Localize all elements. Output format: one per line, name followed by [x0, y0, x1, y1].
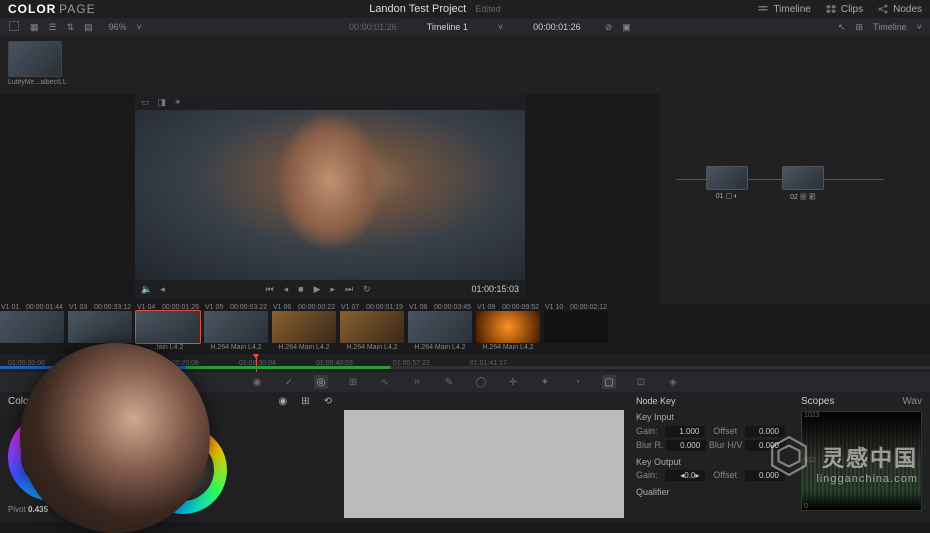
- offset-input[interactable]: 0.000: [745, 426, 785, 437]
- overlay-title-b: PAGE: [59, 2, 95, 16]
- camera-raw-icon[interactable]: ◉: [250, 375, 264, 389]
- timeline-tick: 01:00:57:22: [393, 360, 430, 367]
- qualifier-icon[interactable]: ✎: [442, 375, 456, 389]
- key-output-label: Key Output: [636, 457, 785, 467]
- timeline-tick: 01:01:41:17: [470, 360, 507, 367]
- 3d-icon[interactable]: ◈: [666, 375, 680, 389]
- chevron-down-icon[interactable]: ˅: [917, 22, 922, 32]
- toggle-timeline[interactable]: Timeline: [757, 3, 810, 15]
- transport-bar: 🔈 ◂ ⏮ ◂ ■ ▶ ▸ ⏭ ↻ 01:00:15:03: [135, 280, 525, 298]
- title-bar: COLOR PAGE Landon Test Project Edited Ti…: [0, 0, 930, 18]
- blur-r-input[interactable]: 0.000: [666, 440, 706, 451]
- warper-icon[interactable]: ⌗: [410, 375, 424, 389]
- color-wheels-icon[interactable]: ◎: [314, 375, 328, 389]
- clip-thumbnail[interactable]: V1 0900:00:09:52H.264 Main L4.2: [476, 304, 540, 354]
- clip-thumbnail[interactable]: V1 0400:00:01:26..tain L4.2: [136, 304, 200, 354]
- project-state: Edited: [475, 4, 501, 14]
- wheel-mode2-icon[interactable]: ⊞: [301, 396, 309, 407]
- first-frame-icon[interactable]: ⏮: [266, 284, 274, 295]
- curves-icon[interactable]: ∿: [378, 375, 392, 389]
- wheel-mode-icon[interactable]: ◉: [278, 396, 287, 407]
- sort-icon[interactable]: ⇅: [67, 22, 75, 33]
- overlay-title-a: COLOR: [8, 2, 56, 16]
- project-title: Landon Test Project: [369, 3, 466, 15]
- gain2-input[interactable]: ◂0.0▸: [665, 470, 705, 481]
- loop-icon[interactable]: ↻: [363, 284, 371, 295]
- reset-icon[interactable]: ⟲: [324, 396, 332, 407]
- sizing-icon[interactable]: ⊡: [634, 375, 648, 389]
- key-preview: [344, 410, 624, 518]
- node-02[interactable]: 02 ▦ 彩: [782, 166, 824, 202]
- viewer-image[interactable]: [135, 110, 525, 280]
- magic-mask-icon[interactable]: ✦: [538, 375, 552, 389]
- still-thumbnail[interactable]: LutifyMe...albectLUT: [8, 41, 66, 89]
- clip-thumbnail[interactable]: V1 0700:00:01:19H.264 Main L4.2: [340, 304, 404, 354]
- chevron-down-icon[interactable]: ˅: [137, 22, 142, 32]
- bypass-icon[interactable]: ⊘: [605, 22, 613, 33]
- timeline-tick: 01:00:40:03: [316, 360, 353, 367]
- clip-thumbnail[interactable]: V1 0600:00:00:22H.264 Main L4.2: [272, 304, 336, 354]
- node-key-panel: Node Key Key Input Gain:1.000Offset0.000…: [628, 392, 793, 522]
- filter-icon[interactable]: ▤: [84, 22, 93, 33]
- stop-icon[interactable]: ■: [298, 284, 303, 295]
- timeline-tick: 01:00:00:00: [8, 360, 45, 367]
- unmute-icon[interactable]: 🔈: [141, 284, 152, 295]
- key-input-label: Key Input: [636, 412, 785, 422]
- timeline-dropdown[interactable]: Timeline: [873, 22, 907, 32]
- prev-frame-icon[interactable]: ◂: [284, 284, 289, 295]
- toggle-nodes[interactable]: Nodes: [877, 3, 922, 15]
- color-match-icon[interactable]: ✓: [282, 375, 296, 389]
- presenter-overlay: [20, 343, 210, 533]
- key-icon[interactable]: ▢: [602, 375, 616, 389]
- next-frame-icon[interactable]: ▸: [331, 284, 336, 295]
- volume-icon[interactable]: ◂: [160, 284, 165, 295]
- split-screen-icon[interactable]: ◨: [158, 97, 167, 108]
- toggle-clips[interactable]: Clips: [825, 3, 863, 15]
- timeline-name[interactable]: Timeline 1: [427, 22, 468, 32]
- clip-thumbnail[interactable]: V1 1000:00:02:12: [544, 304, 608, 354]
- tracking-icon[interactable]: ✛: [506, 375, 520, 389]
- list-icon[interactable]: ☰: [49, 22, 57, 33]
- play-icon[interactable]: ▶: [314, 284, 321, 295]
- blur-hv-input[interactable]: 0.000: [745, 440, 785, 451]
- pointer-icon[interactable]: ↖: [838, 22, 846, 33]
- node-key-header: Node Key: [636, 396, 785, 406]
- scopes-panel: Scopes Wav 1023 512 0: [793, 392, 930, 522]
- rgb-mixer-icon[interactable]: ⊞: [346, 375, 360, 389]
- blur-icon[interactable]: ◔: [570, 375, 584, 389]
- node-graph[interactable]: 01 ▢ ◐ 02 ▦ 彩: [660, 94, 930, 304]
- node-01[interactable]: 01 ▢ ◐: [706, 166, 748, 200]
- playhead[interactable]: [256, 354, 257, 372]
- last-frame-icon[interactable]: ⏭: [345, 284, 353, 295]
- waveform-scope: 1023 512 0: [801, 411, 922, 511]
- timecode-left[interactable]: 00:00:01:26: [349, 22, 397, 32]
- stills-gallery: LutifyMe...albectLUT: [0, 36, 930, 94]
- viewer-timecode[interactable]: 01:00:15:03: [471, 284, 519, 294]
- clip-thumbnail[interactable]: V1 0100:00:01:44: [0, 304, 64, 354]
- grid-icon[interactable]: ▦: [30, 22, 39, 33]
- timecode-right[interactable]: 00:00:01:26: [533, 22, 581, 32]
- gain-input[interactable]: 1.000: [665, 426, 705, 437]
- clip-thumbnail[interactable]: V1 0500:00:03:22H.264 Main L4.2: [204, 304, 268, 354]
- gallery-toggle-icon[interactable]: [8, 20, 20, 34]
- tab-scopes[interactable]: Scopes: [801, 396, 834, 407]
- image-wipe-icon[interactable]: ▭: [141, 97, 150, 108]
- windows-icon[interactable]: ◯: [474, 375, 488, 389]
- unknown-tool-icon[interactable]: ⊞: [856, 22, 864, 33]
- qualifier-label: Qualifier: [636, 487, 785, 497]
- offset2-input[interactable]: 0.000: [745, 470, 785, 481]
- highlight-icon[interactable]: ✶: [174, 97, 182, 108]
- still-label: LutifyMe...albectLUT: [8, 79, 66, 86]
- clip-thumbnail[interactable]: V1 0800:00:03:45H.264 Main L4.2: [408, 304, 472, 354]
- grab-still-icon[interactable]: ▣: [622, 22, 631, 33]
- chevron-down-icon[interactable]: ˅: [498, 22, 503, 32]
- tab-waveform[interactable]: Wav: [902, 396, 922, 407]
- viewer-panel: ▭ ◨ ✶ 🔈 ◂ ⏮ ◂ ■ ▶ ▸ ⏭ ↻ 01:00:15:03: [0, 94, 660, 304]
- zoom-value[interactable]: 96%: [109, 22, 127, 32]
- main-toolbar: ▦ ☰ ⇅ ▤ 96% ˅ 00:00:01:26 Timeline 1 ˅ 0…: [0, 18, 930, 36]
